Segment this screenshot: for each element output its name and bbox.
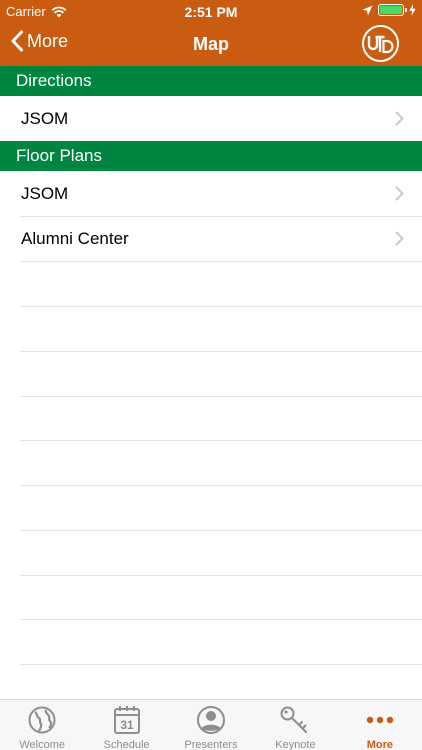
tab-label: Welcome: [19, 739, 66, 750]
row-separator: [20, 440, 422, 441]
row-separator: [20, 530, 422, 531]
tab-label: Keynote: [275, 739, 316, 750]
calendar-icon: 31: [111, 705, 143, 735]
list-item-label: JSOM: [21, 109, 69, 128]
calendar-icon-day: 31: [120, 718, 134, 732]
tab-keynote[interactable]: Keynote: [253, 700, 337, 750]
tab-welcome[interactable]: Welcome: [0, 700, 84, 750]
chevron-left-icon: [11, 30, 23, 52]
person-icon: [195, 705, 227, 735]
navigation-bar: Carrier 2:51 PM More Map: [0, 0, 422, 66]
status-time: 2:51 PM: [184, 4, 238, 20]
back-button[interactable]: More: [10, 30, 68, 52]
utd-logo-icon: [362, 25, 399, 62]
row-separator: [20, 485, 422, 486]
tab-label: Presenters: [184, 739, 238, 750]
row-separator: [20, 351, 422, 352]
tab-label: Schedule: [103, 739, 150, 750]
list-item[interactable]: JSOM: [0, 96, 422, 141]
chevron-right-icon: [395, 111, 404, 126]
status-bar: Carrier 2:51 PM: [0, 0, 422, 22]
tab-more[interactable]: More: [338, 700, 422, 750]
row-separator: [20, 664, 422, 665]
tab-bar: Welcome 31 Schedule Presenters Keynote M…: [0, 699, 422, 750]
tab-label: More: [366, 739, 393, 750]
section-header-directions: Directions: [0, 66, 422, 96]
row-separator: [20, 396, 422, 397]
chevron-right-icon: [395, 186, 404, 201]
location-arrow-icon: [362, 5, 373, 15]
charging-bolt-icon: [409, 4, 416, 16]
row-separator: [20, 575, 422, 576]
row-separator: [20, 261, 422, 262]
list-item[interactable]: Alumni Center: [0, 216, 422, 261]
tab-presenters[interactable]: Presenters: [169, 700, 253, 750]
back-button-label: More: [27, 30, 69, 51]
row-separator: [20, 306, 422, 307]
key-icon: [279, 705, 311, 735]
row-separator: [20, 216, 422, 217]
chevron-right-icon: [395, 231, 404, 246]
battery-icon: [378, 4, 407, 16]
section-header-floor-plans: Floor Plans: [0, 141, 422, 171]
more-icon: [364, 705, 396, 735]
globe-icon: [26, 705, 58, 735]
list-item-label: JSOM: [21, 184, 69, 203]
tab-schedule[interactable]: 31 Schedule: [84, 700, 168, 750]
list-item-label: Alumni Center: [21, 229, 129, 248]
list-item[interactable]: JSOM: [0, 171, 422, 216]
row-separator: [20, 619, 422, 620]
